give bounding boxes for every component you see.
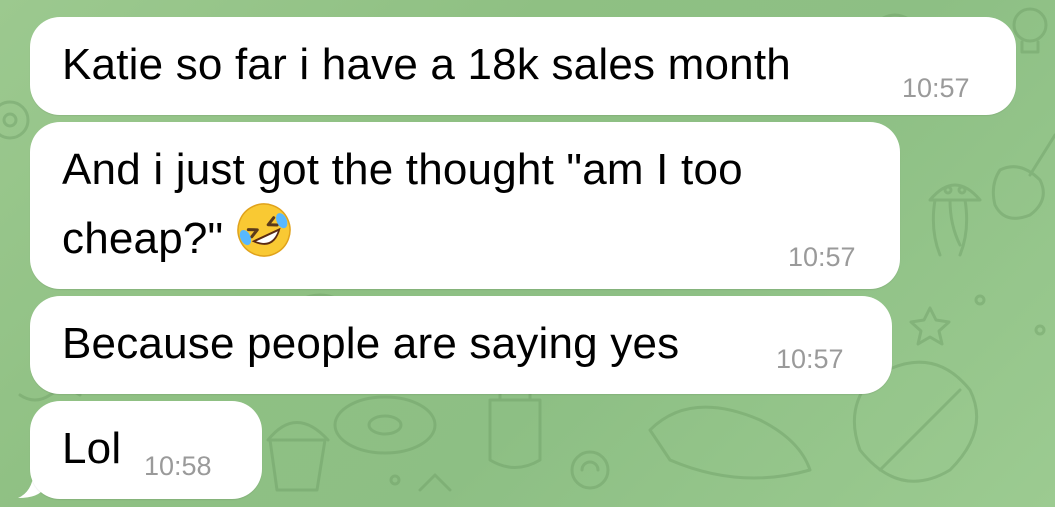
message-text: Lol [62, 424, 122, 473]
rofl-emoji-icon [235, 201, 293, 274]
message-text: Because people are saying yes [62, 319, 680, 368]
message-timestamp: 10:57 [788, 242, 856, 272]
message-timestamp: 10:57 [776, 344, 844, 374]
message-text: cheap?" [62, 214, 224, 264]
bulb-doodle-icon [1012, 7, 1048, 54]
snail-doodle-icon [570, 450, 610, 490]
message-bubble[interactable]: And i just got the thought "am I too che… [30, 122, 900, 289]
wheel-doodle-icon [0, 100, 30, 140]
arrow-doodle-icon [418, 473, 452, 492]
dot-doodle-icon [974, 294, 986, 306]
star-doodle-icon [909, 306, 951, 346]
message-text-line-2: cheap?" [62, 203, 293, 274]
message-bubble[interactable]: Katie so far i have a 18k sales month 10… [30, 17, 1016, 115]
message-text-line-1: And i just got the thought "am I too [62, 145, 743, 194]
message-text: Katie so far i have a 18k sales month [62, 40, 791, 89]
dot-doodle-icon [1034, 324, 1046, 336]
board-doodle-icon [648, 405, 812, 480]
guitar-doodle-icon [991, 133, 1055, 220]
jellyfish-doodle-icon [928, 183, 982, 257]
bottle-doodle-icon [488, 383, 542, 469]
message-timestamp: 10:58 [144, 451, 212, 481]
message-bubble[interactable]: Lol 10:58 [30, 401, 262, 499]
cupcake-doodle-icon [266, 421, 330, 492]
message-timestamp: 10:57 [902, 73, 970, 103]
dot-doodle-icon [389, 474, 401, 486]
message-bubble[interactable]: Because people are saying yes 10:57 [30, 296, 892, 394]
donut-doodle-icon [333, 395, 437, 455]
